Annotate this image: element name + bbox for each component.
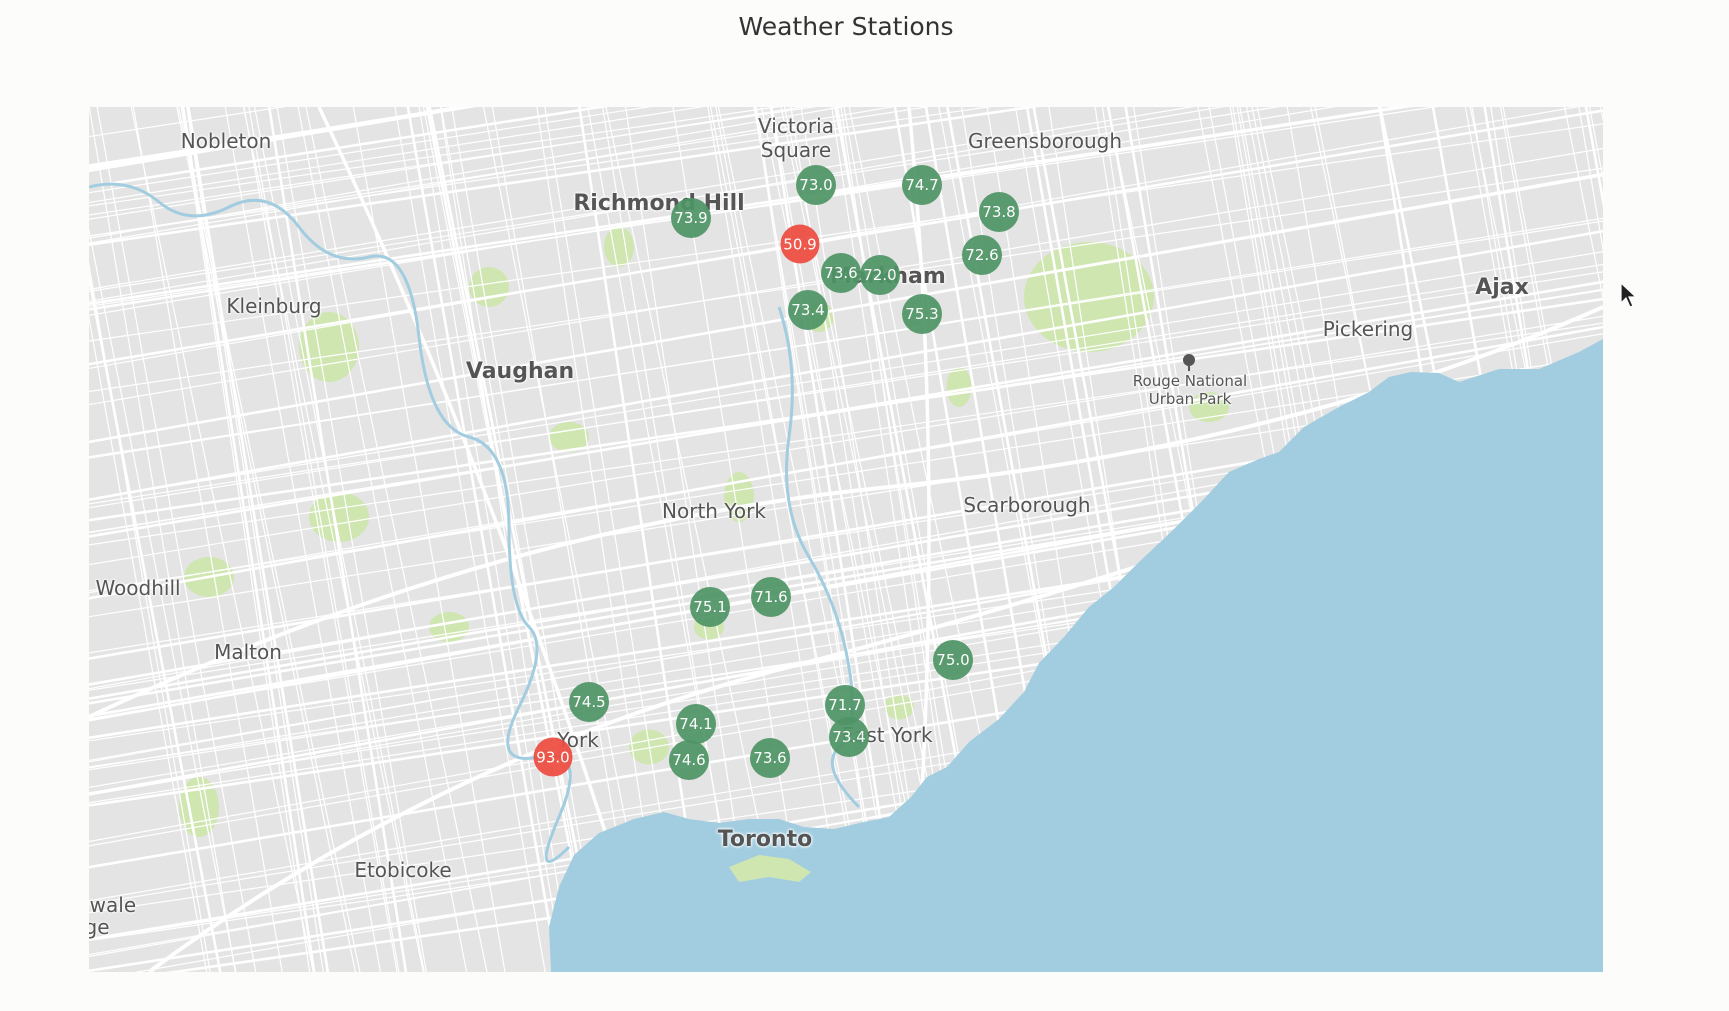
station-marker[interactable]: 74.7 xyxy=(902,165,942,205)
place-label-greensborough: Greensborough xyxy=(968,129,1122,153)
station-marker[interactable]: 74.6 xyxy=(669,740,709,780)
place-label-brampton-edge: vwale xyxy=(89,893,137,917)
mouse-cursor-icon xyxy=(1620,282,1638,308)
station-marker[interactable]: 72.0 xyxy=(860,255,900,295)
station-marker[interactable]: 73.4 xyxy=(788,290,828,330)
page: Weather Stations Nobleton Victoria Square… xyxy=(0,0,1729,1011)
place-label-rouge-park: Rouge National Urban Park xyxy=(1132,372,1248,408)
station-marker[interactable]: 74.1 xyxy=(676,704,716,744)
map-basemap xyxy=(89,107,1603,972)
station-marker[interactable]: 75.1 xyxy=(690,587,730,627)
place-label-victoria-square: Victoria Square xyxy=(758,114,834,162)
place-label-toronto: Toronto xyxy=(717,826,813,852)
park-tree-icon xyxy=(1182,354,1196,372)
place-label-pickering: Pickering xyxy=(1322,317,1414,341)
place-label-brampton-edge-2: ge xyxy=(89,915,110,939)
place-label-scarborough: Scarborough xyxy=(963,493,1091,517)
station-marker[interactable]: 73.0 xyxy=(796,165,836,205)
station-marker[interactable]: 73.9 xyxy=(671,198,711,238)
place-label-vaughan: Vaughan xyxy=(465,358,575,384)
station-marker[interactable]: 93.0 xyxy=(533,737,573,777)
station-marker[interactable]: 75.0 xyxy=(933,640,973,680)
station-marker[interactable]: 73.6 xyxy=(821,253,861,293)
place-label-nobleton: Nobleton xyxy=(180,129,272,153)
place-label-north-york: North York xyxy=(662,499,766,523)
station-marker[interactable]: 72.6 xyxy=(962,235,1002,275)
station-marker[interactable]: 71.6 xyxy=(751,577,791,617)
place-label-ajax: Ajax xyxy=(1475,274,1529,300)
station-marker[interactable]: 73.8 xyxy=(979,192,1019,232)
map-viewport[interactable]: Nobleton Victoria Square Greensborough Rich… xyxy=(89,107,1603,972)
place-label-kleinburg: Kleinburg xyxy=(226,294,322,318)
place-label-woodhill: Woodhill xyxy=(95,576,181,600)
station-marker[interactable]: 73.6 xyxy=(750,738,790,778)
station-marker[interactable]: 74.5 xyxy=(569,682,609,722)
station-marker[interactable]: 75.3 xyxy=(902,294,942,334)
chart-title: Weather Stations xyxy=(738,12,954,41)
place-label-etobicoke: Etobicoke xyxy=(354,858,452,882)
place-label-richmond-hill: Richmond Hill xyxy=(573,190,745,216)
station-marker[interactable]: 50.9 xyxy=(780,224,820,264)
station-marker[interactable]: 73.4 xyxy=(829,717,869,757)
place-label-malton: Malton xyxy=(214,640,282,664)
